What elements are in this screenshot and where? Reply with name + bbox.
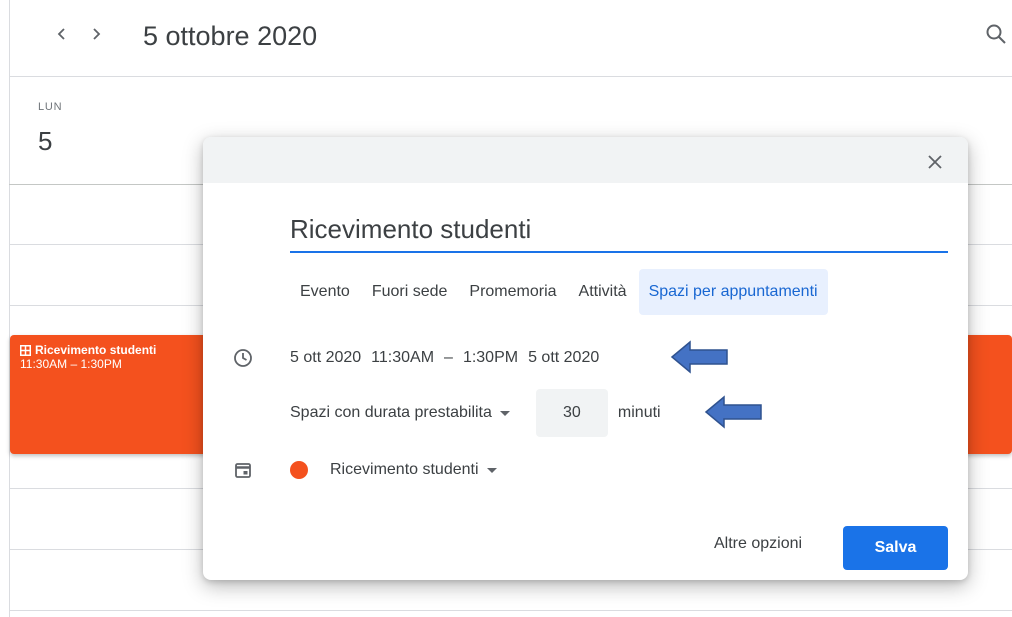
title-input[interactable] [290,211,948,253]
time-separator: – [444,349,453,366]
dialog-header[interactable] [203,137,968,183]
chevron-right-icon [93,28,101,40]
tab-promemoria[interactable]: Promemoria [459,269,566,315]
left-border [9,0,10,617]
slot-mode-dropdown[interactable]: Spazi con durata prestabilita [290,404,510,422]
tab-spazi-per-appuntamenti[interactable]: Spazi per appuntamenti [638,269,828,315]
event-title: Ricevimento studenti [20,343,156,357]
prev-day-button[interactable] [46,18,78,50]
search-button[interactable] [980,18,1012,50]
end-time[interactable]: 1:30PM [463,349,518,367]
tab-fuori-sede[interactable]: Fuori sede [362,269,458,315]
event-time: 11:30AM – 1:30PM [20,357,122,371]
calendar-icon [233,460,253,480]
event-type-tabs: Evento Fuori sede Promemoria Attività Sp… [290,269,830,315]
appointment-grid-icon [20,344,31,356]
day-name: LUN [38,101,63,113]
end-date[interactable]: 5 ott 2020 [528,349,599,367]
duration-input[interactable] [535,389,608,437]
clock-icon [233,348,253,368]
header-divider [9,76,1012,77]
search-icon [986,24,1006,44]
dropdown-arrow-icon [486,467,497,473]
event-title-text: Ricevimento studenti [35,343,157,357]
chevron-left-icon [57,28,65,40]
day-number[interactable]: 5 [38,126,52,157]
date-title: 5 ottobre 2020 [143,21,318,51]
event-dialog: Evento Fuori sede Promemoria Attività Sp… [203,137,968,580]
datetime-row: 5 ott 2020 11:30AM – 1:30PM 5 ott 2020 [290,345,609,371]
top-bar: 5 ottobre 2020 [0,0,1012,76]
start-time[interactable]: 11:30AM [371,349,434,367]
more-options-button[interactable]: Altre opzioni [706,526,810,562]
slots-row: Spazi con durata prestabilita minuti [290,389,661,437]
dropdown-arrow-icon [499,410,510,416]
annotation-arrow-left-icon [704,395,762,429]
tab-attivita[interactable]: Attività [569,269,637,315]
slot-mode-label: Spazi con durata prestabilita [290,404,492,421]
next-day-button[interactable] [80,18,112,50]
close-icon [928,155,942,169]
calendar-select-row: Ricevimento studenti [290,457,497,483]
duration-unit: minuti [617,404,661,421]
start-date[interactable]: 5 ott 2020 [290,349,361,367]
close-button[interactable] [920,147,950,177]
calendar-color-dot[interactable] [290,461,308,479]
calendar-name: Ricevimento studenti [330,461,479,478]
tab-evento[interactable]: Evento [290,269,360,315]
hour-gridline [9,610,1012,611]
save-button[interactable]: Salva [843,526,948,570]
annotation-arrow-left-icon [670,340,728,374]
calendar-dropdown[interactable]: Ricevimento studenti [330,461,497,479]
